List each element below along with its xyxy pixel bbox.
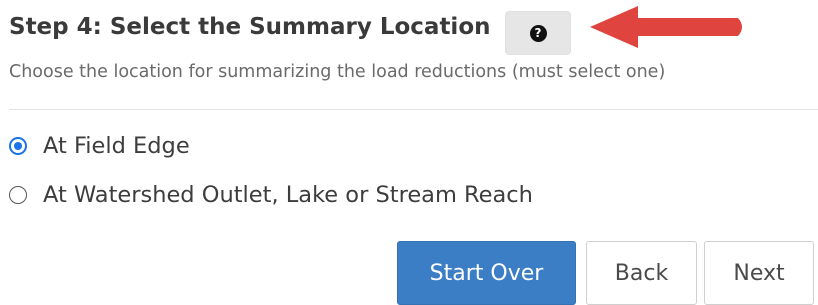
next-button[interactable]: Next bbox=[704, 241, 814, 305]
radio-unselected-icon[interactable] bbox=[9, 186, 27, 204]
option-field-edge[interactable]: At Field Edge bbox=[9, 133, 190, 159]
red-pointer-arrow-icon bbox=[590, 6, 742, 48]
option-watershed-outlet[interactable]: At Watershed Outlet, Lake or Stream Reac… bbox=[9, 182, 533, 208]
step-title: Step 4: Select the Summary Location bbox=[9, 14, 491, 40]
help-button[interactable]: ? bbox=[505, 11, 571, 55]
start-over-button[interactable]: Start Over bbox=[397, 241, 576, 305]
back-button[interactable]: Back bbox=[586, 241, 697, 305]
radio-selected-icon[interactable] bbox=[9, 137, 27, 155]
divider bbox=[9, 109, 818, 110]
summary-location-step: Step 4: Select the Summary Location ? Ch… bbox=[0, 0, 818, 305]
option-label: At Watershed Outlet, Lake or Stream Reac… bbox=[43, 182, 533, 208]
help-question-icon: ? bbox=[529, 24, 547, 42]
step-subtitle: Choose the location for summarizing the … bbox=[9, 62, 666, 82]
option-label: At Field Edge bbox=[43, 133, 190, 159]
